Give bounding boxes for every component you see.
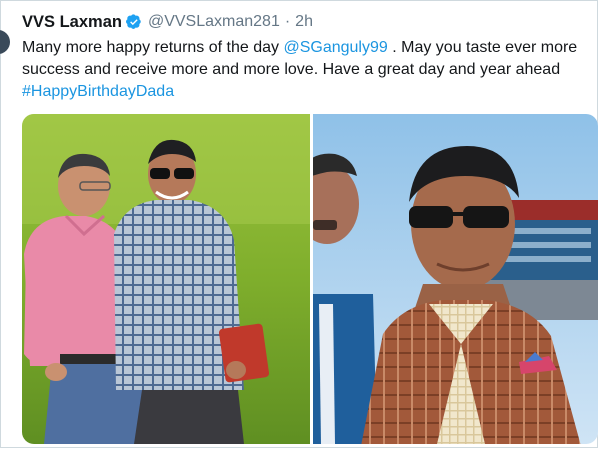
media-photo-right[interactable]	[313, 114, 598, 444]
author-name[interactable]: VVS Laxman	[22, 13, 122, 32]
tweet-timestamp[interactable]: 2h	[295, 13, 313, 31]
hashtag-link[interactable]: #HappyBirthdayDada	[22, 83, 174, 100]
verified-badge-icon	[125, 14, 142, 30]
tweet-text: Many more happy returns of the day @SGan…	[22, 37, 587, 103]
mention-link[interactable]: @SGanguly99	[283, 39, 387, 56]
tweet-header: VVS Laxman @VVSLaxman281 · 2h	[22, 12, 313, 32]
separator-dot: ·	[284, 13, 291, 30]
author-handle[interactable]: @VVSLaxman281	[148, 13, 280, 31]
tweet-text-part-1: Many more happy returns of the day	[22, 39, 284, 56]
media-photo-left[interactable]	[22, 114, 310, 444]
tweet-media	[22, 114, 598, 444]
